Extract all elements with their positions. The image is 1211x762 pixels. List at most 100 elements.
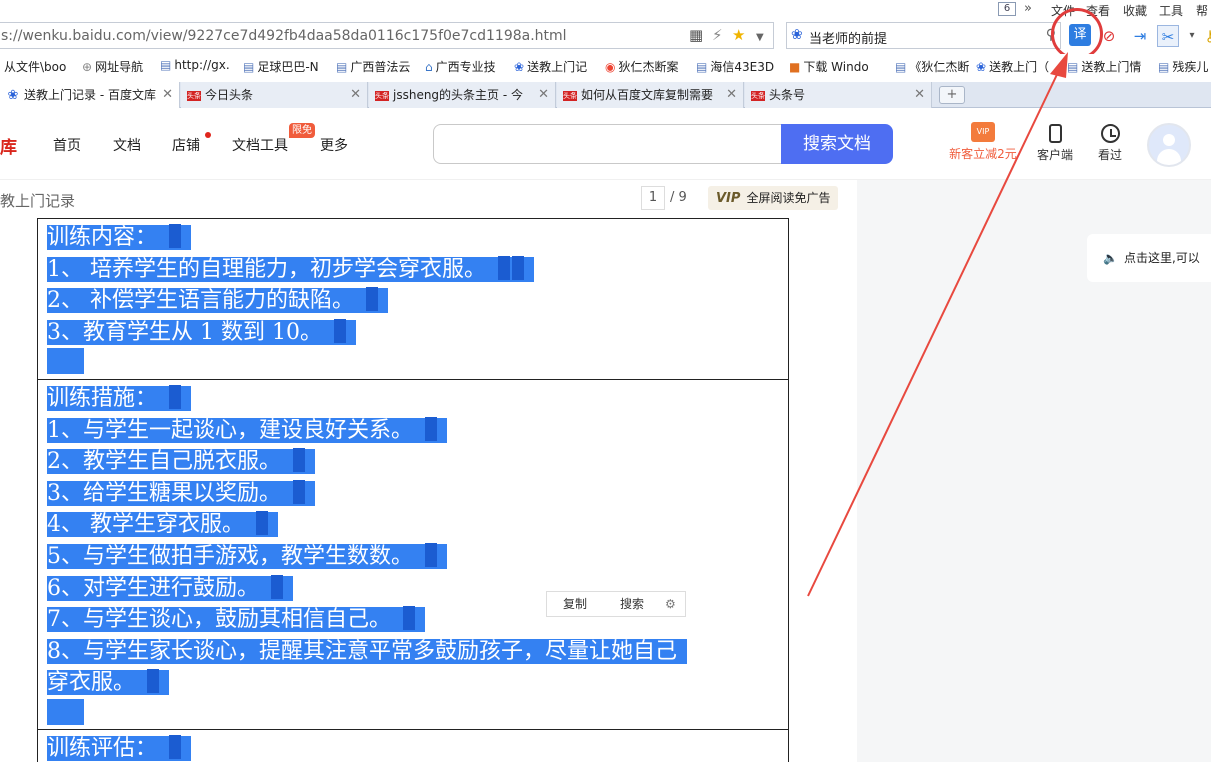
nav-doc-tools[interactable]: 文档工具	[232, 135, 288, 155]
empty-selected-line[interactable]	[47, 698, 788, 731]
star-icon[interactable]: ★	[732, 27, 745, 43]
qr-code-icon[interactable]: ▦	[689, 27, 703, 43]
search-docs-button[interactable]: 搜索文档	[781, 124, 893, 164]
bookmark-item[interactable]: ▤ 海信43E3D	[696, 58, 774, 75]
bookmark-item[interactable]: ▤ 送教上门情	[1067, 58, 1141, 75]
bookmark-item[interactable]: ■ 下载 Windo	[789, 58, 869, 75]
new-tab-button[interactable]: +	[939, 86, 965, 104]
url-field[interactable]: s://wenku.baidu.com/view/9227ce7d492fb4d…	[0, 22, 774, 49]
text-line[interactable]: 4、 教学生穿衣服。	[47, 509, 788, 541]
menu-help[interactable]: 帮	[1196, 2, 1208, 19]
new-customer-promo[interactable]: VIP 新客立减2元	[948, 122, 1018, 162]
text-line[interactable]: 3、教育学生从 1 数到 10。	[47, 317, 788, 349]
page-icon: ▤	[336, 59, 348, 74]
doc-search-input[interactable]	[433, 124, 783, 164]
text-line[interactable]: 1、与学生一起谈心，建设良好关系。	[47, 415, 788, 447]
text-line[interactable]: 穿衣服。	[47, 667, 788, 699]
text-line[interactable]: 训练措施：	[47, 383, 788, 415]
lightning-icon[interactable]: ⚡	[712, 27, 723, 43]
client-download[interactable]: 客户端	[1031, 124, 1079, 163]
bookmark-item[interactable]: ❀ 送教上门（	[976, 58, 1049, 75]
baidu-paw-icon: ❀	[514, 59, 525, 74]
bookmark-item[interactable]: ▤ 《狄仁杰断	[895, 58, 969, 75]
page-icon: ▤	[160, 58, 172, 72]
tab-count-badge[interactable]: 6	[998, 2, 1016, 16]
fullscreen-vip-button[interactable]: VIP 全屏阅读免广告	[708, 186, 838, 210]
copy-button[interactable]: 复制	[563, 592, 587, 616]
scissors-icon[interactable]: ✂	[1157, 25, 1179, 47]
browser-tab[interactable]: 头条 今日头条 ✕	[181, 82, 368, 108]
page-icon: ▤	[696, 59, 708, 74]
browser-tab[interactable]: 头条 头条号 ✕	[745, 82, 932, 108]
close-icon[interactable]: ✕	[726, 82, 737, 108]
bookmark-item[interactable]: 从文件\boo	[4, 58, 66, 75]
bookmark-item[interactable]: ▤ 广西普法云	[336, 58, 410, 75]
page-icon: ▤	[1158, 59, 1170, 74]
close-icon[interactable]: ✕	[538, 82, 549, 108]
sign-in-icon[interactable]: ⇥	[1129, 25, 1151, 47]
menu-overflow-chevron[interactable]: »	[1024, 1, 1032, 16]
search-button[interactable]: 搜索	[620, 592, 644, 616]
text-line[interactable]: 训练评估：	[47, 733, 788, 762]
page-total: / 9	[670, 190, 687, 205]
nav-documents[interactable]: 文档	[113, 135, 141, 155]
selection-toolbar: 复制 搜索 ⚙	[546, 591, 686, 617]
baidu-paw-icon: ❀	[791, 27, 803, 43]
search-engine-field[interactable]: ❀ 当老师的前提 ⚲	[786, 22, 1061, 49]
toutiao-icon: 头条	[375, 90, 389, 101]
text-line[interactable]: 2、 补偿学生语言能力的缺陷。	[47, 285, 788, 317]
bookmark-item[interactable]: ◉ 狄仁杰断案	[605, 58, 679, 75]
history[interactable]: 看过	[1090, 124, 1130, 163]
document-page: 训练内容： 1、 培养学生的自理能力，初步学会穿衣服。 2、 补偿学生语言能力的…	[0, 218, 857, 762]
menu-tools[interactable]: 工具	[1159, 2, 1183, 19]
site-logo[interactable]: 库	[0, 133, 17, 158]
notification-dot	[205, 132, 211, 138]
bookmark-item[interactable]: ❀ 送教上门记	[514, 58, 587, 75]
close-icon[interactable]: ✕	[162, 82, 173, 108]
page-number-input[interactable]: 1	[641, 186, 665, 210]
text-line[interactable]: 2、教学生自己脱衣服。	[47, 446, 788, 478]
key-icon[interactable]: ⚷	[1199, 25, 1211, 47]
nav-more[interactable]: 更多	[320, 135, 348, 155]
text-line[interactable]: 5、与学生做拍手游戏，教学生数数。	[47, 541, 788, 573]
table-cell-training-content: 训练内容： 1、 培养学生的自理能力，初步学会穿衣服。 2、 补偿学生语言能力的…	[38, 218, 788, 380]
site-header: 库 首页 文档 店铺 文档工具 限免 更多 搜索文档 VIP 新客立减2元 客户…	[0, 108, 1211, 180]
toutiao-icon: 头条	[563, 90, 577, 101]
baidu-paw-icon: ❀	[976, 59, 987, 74]
browser-tab[interactable]: 头条 如何从百度文库复制需要 ✕	[557, 82, 744, 108]
right-sidebar: 🔈 点击这里,可以	[857, 180, 1211, 762]
tab-strip: ❀ 送教上门记录 - 百度文库 ✕ 头条 今日头条 ✕ 头条 jssheng的头条主页…	[0, 82, 1211, 108]
settings-gear-icon[interactable]: ⚙	[665, 592, 676, 616]
bookmark-item[interactable]: ⊕ 网址导航	[82, 58, 143, 75]
highlight-circle	[1051, 8, 1103, 60]
nav-shop[interactable]: 店铺	[172, 135, 200, 155]
browser-tab[interactable]: 头条 jssheng的头条主页 - 今 ✕	[369, 82, 556, 108]
bookmark-item[interactable]: ▤ http://gx.	[160, 58, 230, 72]
free-badge: 限免	[289, 123, 315, 138]
toutiao-icon: 头条	[751, 90, 765, 101]
url-text: s://wenku.baidu.com/view/9227ce7d492fb4d…	[1, 28, 567, 44]
empty-selected-line[interactable]	[47, 348, 788, 380]
document-title: 教上门记录	[0, 192, 76, 210]
record-table: 训练内容： 1、 培养学生的自理能力，初步学会穿衣服。 2、 补偿学生语言能力的…	[37, 218, 789, 762]
dropdown-arrow-icon[interactable]: ▼	[756, 30, 764, 46]
video-icon: ◉	[605, 59, 616, 74]
phone-icon	[1048, 124, 1062, 143]
close-icon[interactable]: ✕	[914, 82, 925, 108]
text-line[interactable]: 训练内容：	[47, 222, 788, 254]
toutiao-icon: 头条	[187, 90, 201, 101]
text-line[interactable]: 1、 培养学生的自理能力，初步学会穿衣服。	[47, 254, 788, 286]
bookmark-item[interactable]: ⌂ 广西专业技	[425, 58, 496, 75]
text-line[interactable]: 8、与学生家长谈心，提醒其注意平常多鼓励孩子，尽量让她自己	[47, 636, 788, 668]
bookmark-item[interactable]: ▤ 足球巴巴-N	[243, 58, 319, 75]
clock-icon	[1100, 124, 1120, 143]
text-line[interactable]: 3、给学生糖果以奖励。	[47, 478, 788, 510]
browser-tab[interactable]: ❀ 送教上门记录 - 百度文库 ✕	[0, 82, 180, 108]
document-toolbar: 教上门记录 1 / 9 VIP 全屏阅读免广告	[0, 180, 857, 218]
avatar[interactable]	[1147, 123, 1191, 167]
notice-card[interactable]: 🔈 点击这里,可以	[1087, 234, 1211, 282]
menu-favorites[interactable]: 收藏	[1123, 2, 1147, 19]
nav-home[interactable]: 首页	[53, 135, 81, 155]
close-icon[interactable]: ✕	[350, 82, 361, 108]
bookmark-item[interactable]: ▤ 残疾儿	[1158, 58, 1208, 75]
